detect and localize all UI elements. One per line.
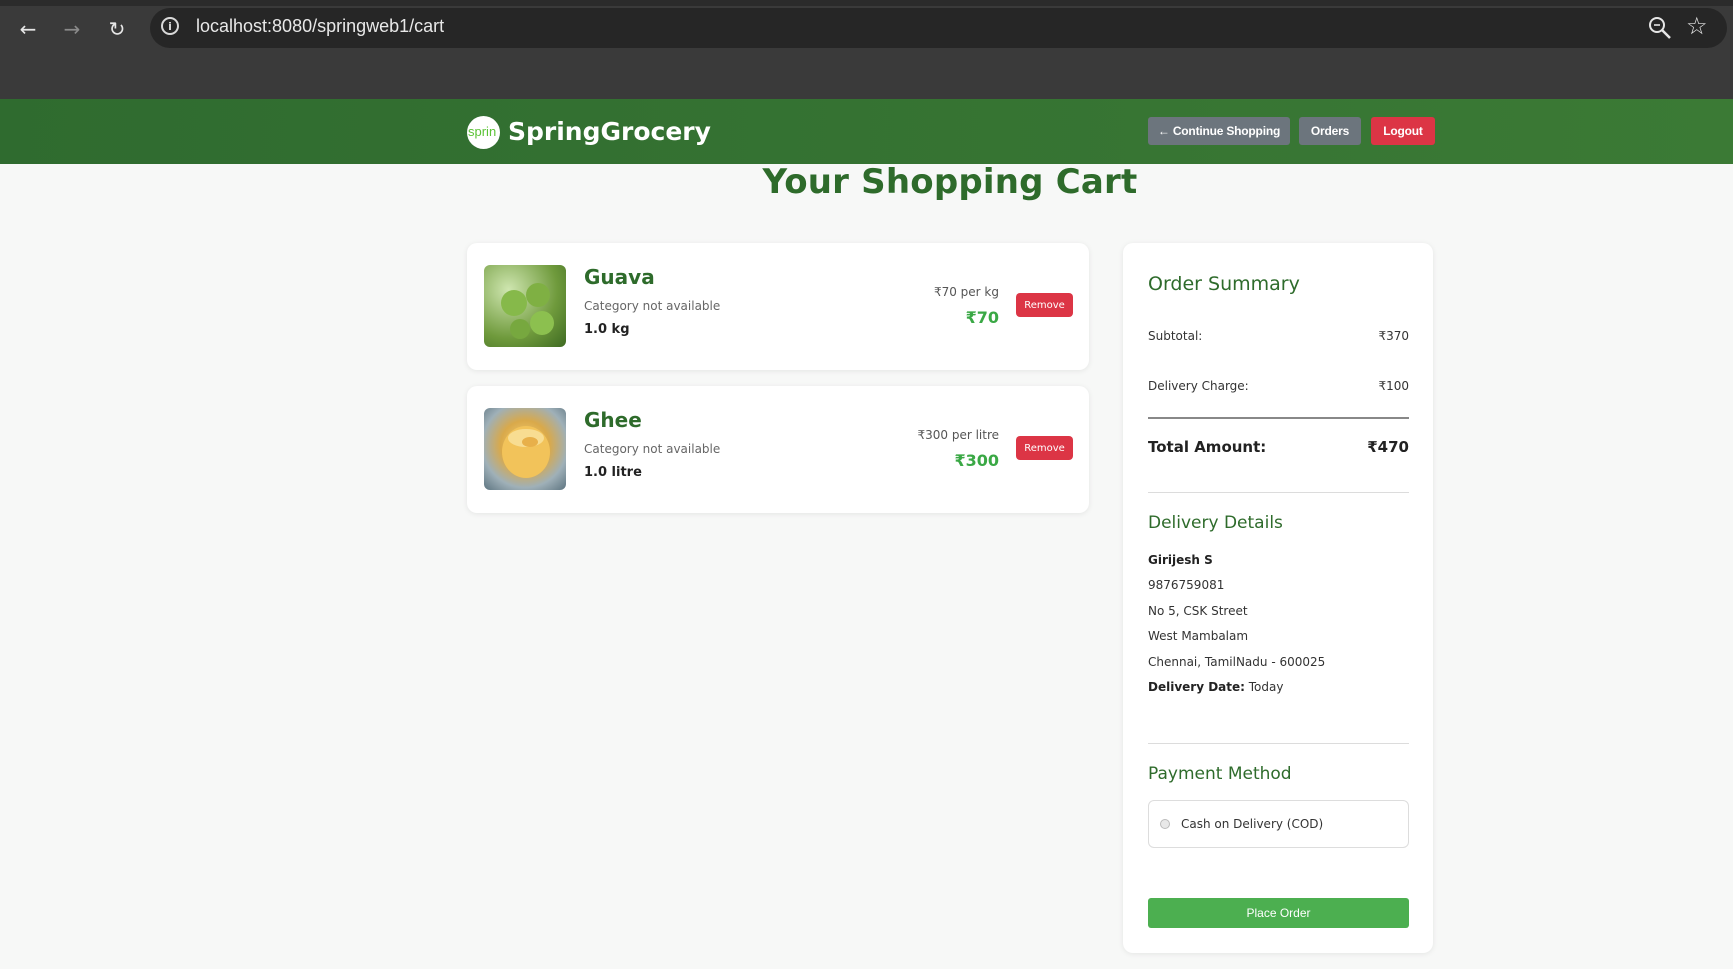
order-summary-panel: Order Summary Subtotal: ₹370 Delivery Ch… [1123, 243, 1433, 953]
total-value: ₹470 [1367, 438, 1409, 456]
site-info-icon[interactable]: i [161, 17, 179, 35]
item-name: Ghee [584, 408, 642, 432]
payment-method-title: Payment Method [1148, 764, 1292, 784]
reload-icon[interactable]: ↻ [101, 13, 133, 45]
url-text[interactable]: localhost:8080/springweb1/cart [196, 16, 444, 37]
customer-phone: 9876759081 [1148, 578, 1225, 592]
customer-name: Girijesh S [1148, 553, 1213, 567]
subtotal-row: Subtotal: ₹370 [1148, 329, 1409, 343]
logo-text: sprin [468, 124, 497, 139]
cod-radio[interactable] [1160, 819, 1170, 829]
item-unit-price: ₹300 per litre [917, 428, 999, 442]
subtotal-label: Subtotal: [1148, 329, 1203, 343]
cod-label[interactable]: Cash on Delivery (COD) [1181, 817, 1323, 831]
item-total-price: ₹70 [965, 308, 999, 327]
logout-button[interactable]: Logout [1371, 117, 1435, 145]
continue-shopping-button[interactable]: ← Continue Shopping [1148, 117, 1290, 145]
item-quantity: 1.0 kg [584, 322, 630, 337]
total-row: Total Amount: ₹470 [1148, 438, 1409, 456]
orders-button[interactable]: Orders [1299, 117, 1361, 145]
item-total-price: ₹300 [954, 451, 999, 470]
divider [1148, 417, 1409, 419]
browser-tab-strip [0, 0, 1733, 6]
delivery-charge-row: Delivery Charge: ₹100 [1148, 379, 1409, 393]
item-quantity: 1.0 litre [584, 465, 642, 480]
delivery-date: Delivery Date: Today [1148, 680, 1283, 694]
forward-icon[interactable]: → [56, 13, 88, 45]
delivery-date-value: Today [1248, 680, 1284, 694]
brand-name[interactable]: SpringGrocery [508, 117, 711, 146]
ghee-image [484, 408, 566, 490]
divider [1148, 743, 1409, 744]
address-line: No 5, CSK Street [1148, 604, 1248, 618]
remove-button[interactable]: Remove [1016, 436, 1073, 460]
payment-option[interactable]: Cash on Delivery (COD) [1148, 800, 1409, 848]
address-line: West Mambalam [1148, 629, 1249, 643]
subtotal-value: ₹370 [1378, 329, 1409, 343]
item-name: Guava [584, 265, 655, 289]
address-line: Chennai, TamilNadu - 600025 [1148, 655, 1326, 669]
item-category: Category not available [584, 442, 721, 456]
delivery-charge-label: Delivery Charge: [1148, 379, 1249, 393]
back-icon[interactable]: ← [12, 13, 44, 45]
delivery-details-title: Delivery Details [1148, 513, 1283, 533]
bookmark-star-icon[interactable]: ☆ [1686, 12, 1708, 40]
delivery-charge-value: ₹100 [1378, 379, 1409, 393]
item-unit-price: ₹70 per kg [933, 285, 999, 299]
cart-item: Guava Category not available 1.0 kg ₹70 … [467, 243, 1089, 370]
logo-icon[interactable]: sprin [467, 116, 500, 149]
total-label: Total Amount: [1148, 438, 1267, 456]
item-category: Category not available [584, 299, 721, 313]
remove-button[interactable]: Remove [1016, 293, 1073, 317]
place-order-button[interactable]: Place Order [1148, 898, 1409, 928]
site-header [0, 99, 1733, 164]
guava-image [484, 265, 566, 347]
page-title: Your Shopping Cart [762, 162, 1138, 202]
delivery-date-label: Delivery Date: [1148, 680, 1245, 694]
zoom-icon[interactable] [1646, 14, 1674, 42]
divider [1148, 492, 1409, 493]
cart-item: Ghee Category not available 1.0 litre ₹3… [467, 386, 1089, 513]
order-summary-title: Order Summary [1148, 273, 1300, 295]
